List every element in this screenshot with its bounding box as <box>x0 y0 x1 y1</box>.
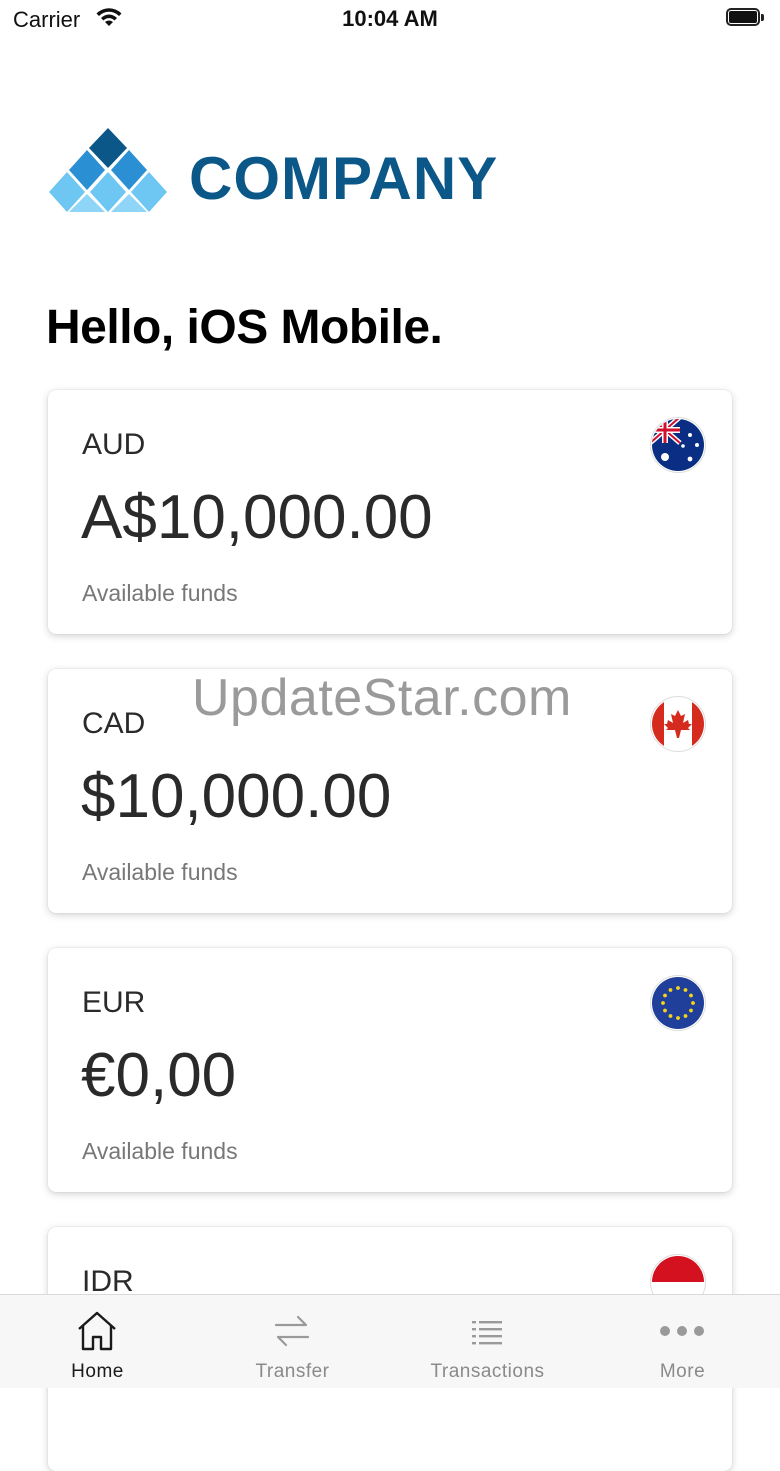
tab-transfer-label: Transfer <box>255 1361 330 1382</box>
tab-more[interactable]: More <box>585 1295 780 1388</box>
tab-transactions-label: Transactions <box>430 1361 545 1382</box>
status-time: 10:04 AM <box>342 6 438 31</box>
australia-flag-icon <box>650 417 706 473</box>
account-card-eur[interactable]: EUR €0,00 Available funds <box>48 948 732 1192</box>
available-funds-label: Available funds <box>82 580 238 606</box>
account-balance: $10,000.00 <box>81 762 392 831</box>
eu-flag-icon <box>650 975 706 1031</box>
tab-home-label: Home <box>71 1361 124 1382</box>
tab-more-label: More <box>659 1361 706 1382</box>
tab-bar: Home Transfer Transactions More <box>0 1294 780 1388</box>
transfer-icon <box>274 1315 310 1347</box>
company-logo-mark-icon <box>49 128 167 212</box>
watermark-text: UpdateStar.com <box>192 669 572 727</box>
battery-icon <box>726 8 766 28</box>
status-bar: Carrier 10:04 AM <box>0 0 780 40</box>
greeting-title: Hello, iOS Mobile. <box>46 301 443 354</box>
currency-code: AUD <box>82 428 146 461</box>
account-card-aud[interactable]: AUD A$10,000.00 Available funds <box>48 390 732 634</box>
account-balance: A$10,000.00 <box>81 483 433 552</box>
available-funds-label: Available funds <box>82 859 238 885</box>
company-logo: COMPANY <box>47 126 507 218</box>
home-icon <box>78 1311 116 1351</box>
tab-home[interactable]: Home <box>0 1295 195 1388</box>
company-logo-text: COMPANY <box>189 145 499 212</box>
list-icon <box>472 1321 502 1345</box>
available-funds-label: Available funds <box>82 1138 238 1164</box>
more-dots-icon <box>660 1326 704 1336</box>
currency-code: EUR <box>82 986 146 1019</box>
tab-transactions[interactable]: Transactions <box>390 1295 585 1388</box>
tab-transfer[interactable]: Transfer <box>195 1295 390 1388</box>
canada-flag-icon <box>650 696 706 752</box>
account-balance: €0,00 <box>81 1041 237 1110</box>
currency-code: CAD <box>82 707 146 740</box>
